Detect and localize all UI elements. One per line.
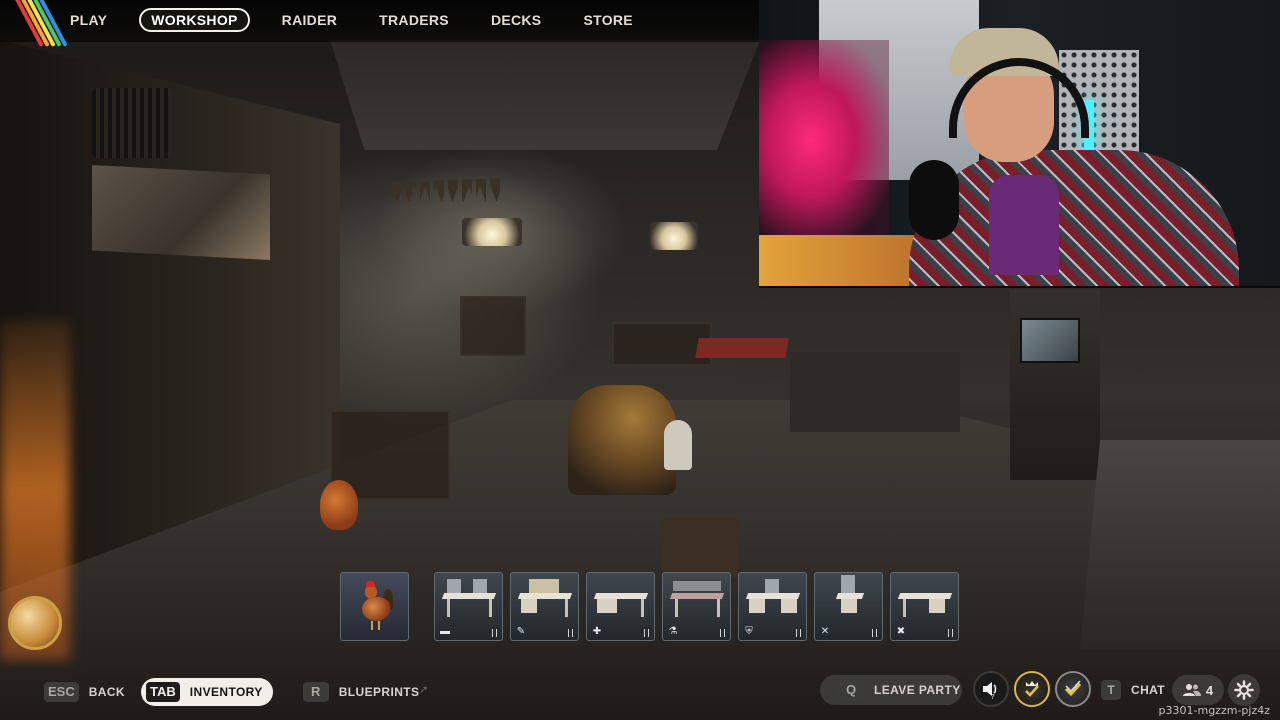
blueprints-label: BLUEPRINTS [338, 685, 420, 699]
leave-party-label: LEAVE PARTY [874, 683, 961, 697]
scene-bench [1080, 440, 1280, 650]
slot-level-marker [568, 629, 573, 637]
streamer-shirt [989, 175, 1059, 275]
flask-icon: ⚗ [668, 626, 678, 637]
workbench-icon [593, 587, 649, 617]
chat-button[interactable]: T CHAT [1101, 680, 1165, 700]
scene-bunting [392, 178, 502, 202]
streamer-microphone [909, 160, 959, 240]
hotbar-slot-workbench-1[interactable]: ▬ [434, 572, 503, 641]
inventory-label: INVENTORY [189, 685, 263, 699]
hotbar-slot-workbench-2[interactable]: ✎ [510, 572, 579, 641]
slot-level-marker [492, 629, 497, 637]
main-nav: PLAY WORKSHOP RAIDER TRADERS DECKS STORE [60, 8, 665, 32]
scene-globe [8, 596, 62, 650]
top-navigation-bar: PLAY WORKSHOP RAIDER TRADERS DECKS STORE [0, 0, 759, 47]
svg-text:?: ? [991, 693, 995, 700]
key-t: T [1101, 680, 1121, 700]
hotbar-slot-workbench-3[interactable]: ✚ [586, 572, 655, 641]
crossed-tools-icon: ✕ [820, 626, 830, 637]
chat-label: CHAT [1131, 683, 1166, 697]
wrench-icon: ✎ [516, 626, 526, 637]
shield-icon: ⛨ [745, 626, 753, 637]
scene-wall-fan [92, 88, 172, 158]
scene-desk [790, 352, 960, 432]
nav-tab-workshop[interactable]: WORKSHOP [139, 8, 250, 32]
bed-icon: ▬ [440, 626, 450, 637]
check-emblem-icon [1064, 680, 1082, 697]
scene-bust-statue [664, 420, 692, 470]
gear-icon [1234, 680, 1254, 700]
nav-tab-traders[interactable]: TRADERS [369, 8, 459, 32]
party-size-count: 4 [1205, 682, 1214, 698]
streamer-webcam [759, 0, 1280, 288]
crossed-swords-icon: ✖ [896, 626, 906, 637]
hotbar-slot-workbench-4[interactable]: ⚗ [662, 572, 731, 641]
workbench-icon [441, 579, 497, 617]
scene-window [92, 165, 270, 260]
people-icon [1182, 684, 1201, 696]
workbench-icon [669, 581, 725, 617]
rooster-icon [359, 581, 393, 631]
plus-icon: ✚ [592, 626, 602, 637]
party-member-voice-button[interactable]: ? [973, 671, 1009, 707]
scene-work-lamp [650, 222, 698, 250]
scene-work-lamp [462, 218, 522, 246]
scene-rooster [320, 480, 358, 530]
scene-crate [662, 518, 738, 578]
session-id: p3301-mgzzm-pjz4z [1158, 704, 1270, 717]
hotbar-slot-workbench-7[interactable]: ✖ [890, 572, 959, 641]
leave-party-button[interactable]: Q LEAVE PARTY [820, 675, 962, 705]
key-r: R [302, 682, 329, 702]
scene-shelf [460, 296, 526, 356]
slot-level-marker [872, 629, 877, 637]
inventory-button[interactable]: TAB INVENTORY [141, 678, 273, 706]
scene-red-table [695, 338, 789, 358]
nav-tab-store[interactable]: STORE [573, 8, 642, 32]
settings-button[interactable] [1228, 674, 1260, 706]
nav-tab-decks[interactable]: DECKS [481, 8, 552, 32]
back-label: BACK [88, 685, 125, 699]
scene-armchair [568, 385, 676, 495]
slot-level-marker [720, 629, 725, 637]
nav-tab-play[interactable]: PLAY [60, 8, 117, 32]
blueprints-button[interactable]: R BLUEPRINTS [302, 682, 420, 702]
nav-tab-raider[interactable]: RAIDER [272, 8, 347, 32]
slot-level-marker [796, 629, 801, 637]
workbench-icon [823, 575, 875, 617]
workbench-icon [745, 579, 801, 617]
party-member-avatar[interactable] [1055, 671, 1091, 707]
workbench-icon [897, 587, 953, 617]
slot-level-marker [948, 629, 953, 637]
slot-level-marker [644, 629, 649, 637]
webcam-neon-light [759, 40, 889, 240]
scene-monitor [1020, 318, 1080, 363]
scene-ceiling [330, 40, 760, 150]
hotbar-slot-workbench-6[interactable]: ✕ [814, 572, 883, 641]
key-tab: TAB [146, 682, 180, 702]
speaker-icon: ? [983, 682, 997, 700]
bottom-left-hints: ESC BACK TAB INVENTORY R BLUEPRINTS [44, 678, 441, 706]
key-esc: ESC [44, 682, 79, 702]
hotbar-slot-workbench-5[interactable]: ⛨ [738, 572, 807, 641]
party-leader-avatar[interactable] [1014, 671, 1050, 707]
workbench-icon [517, 579, 573, 617]
hotbar-slot-rooster[interactable] [340, 572, 409, 641]
key-q: Q [838, 680, 864, 700]
mouse-cursor-icon: ➚ [419, 684, 429, 696]
crown-check-icon [1025, 681, 1039, 697]
party-size-button[interactable]: 4 [1172, 675, 1224, 705]
back-button[interactable]: ESC BACK [44, 682, 125, 702]
game-logo-stripes-icon [6, 0, 68, 47]
